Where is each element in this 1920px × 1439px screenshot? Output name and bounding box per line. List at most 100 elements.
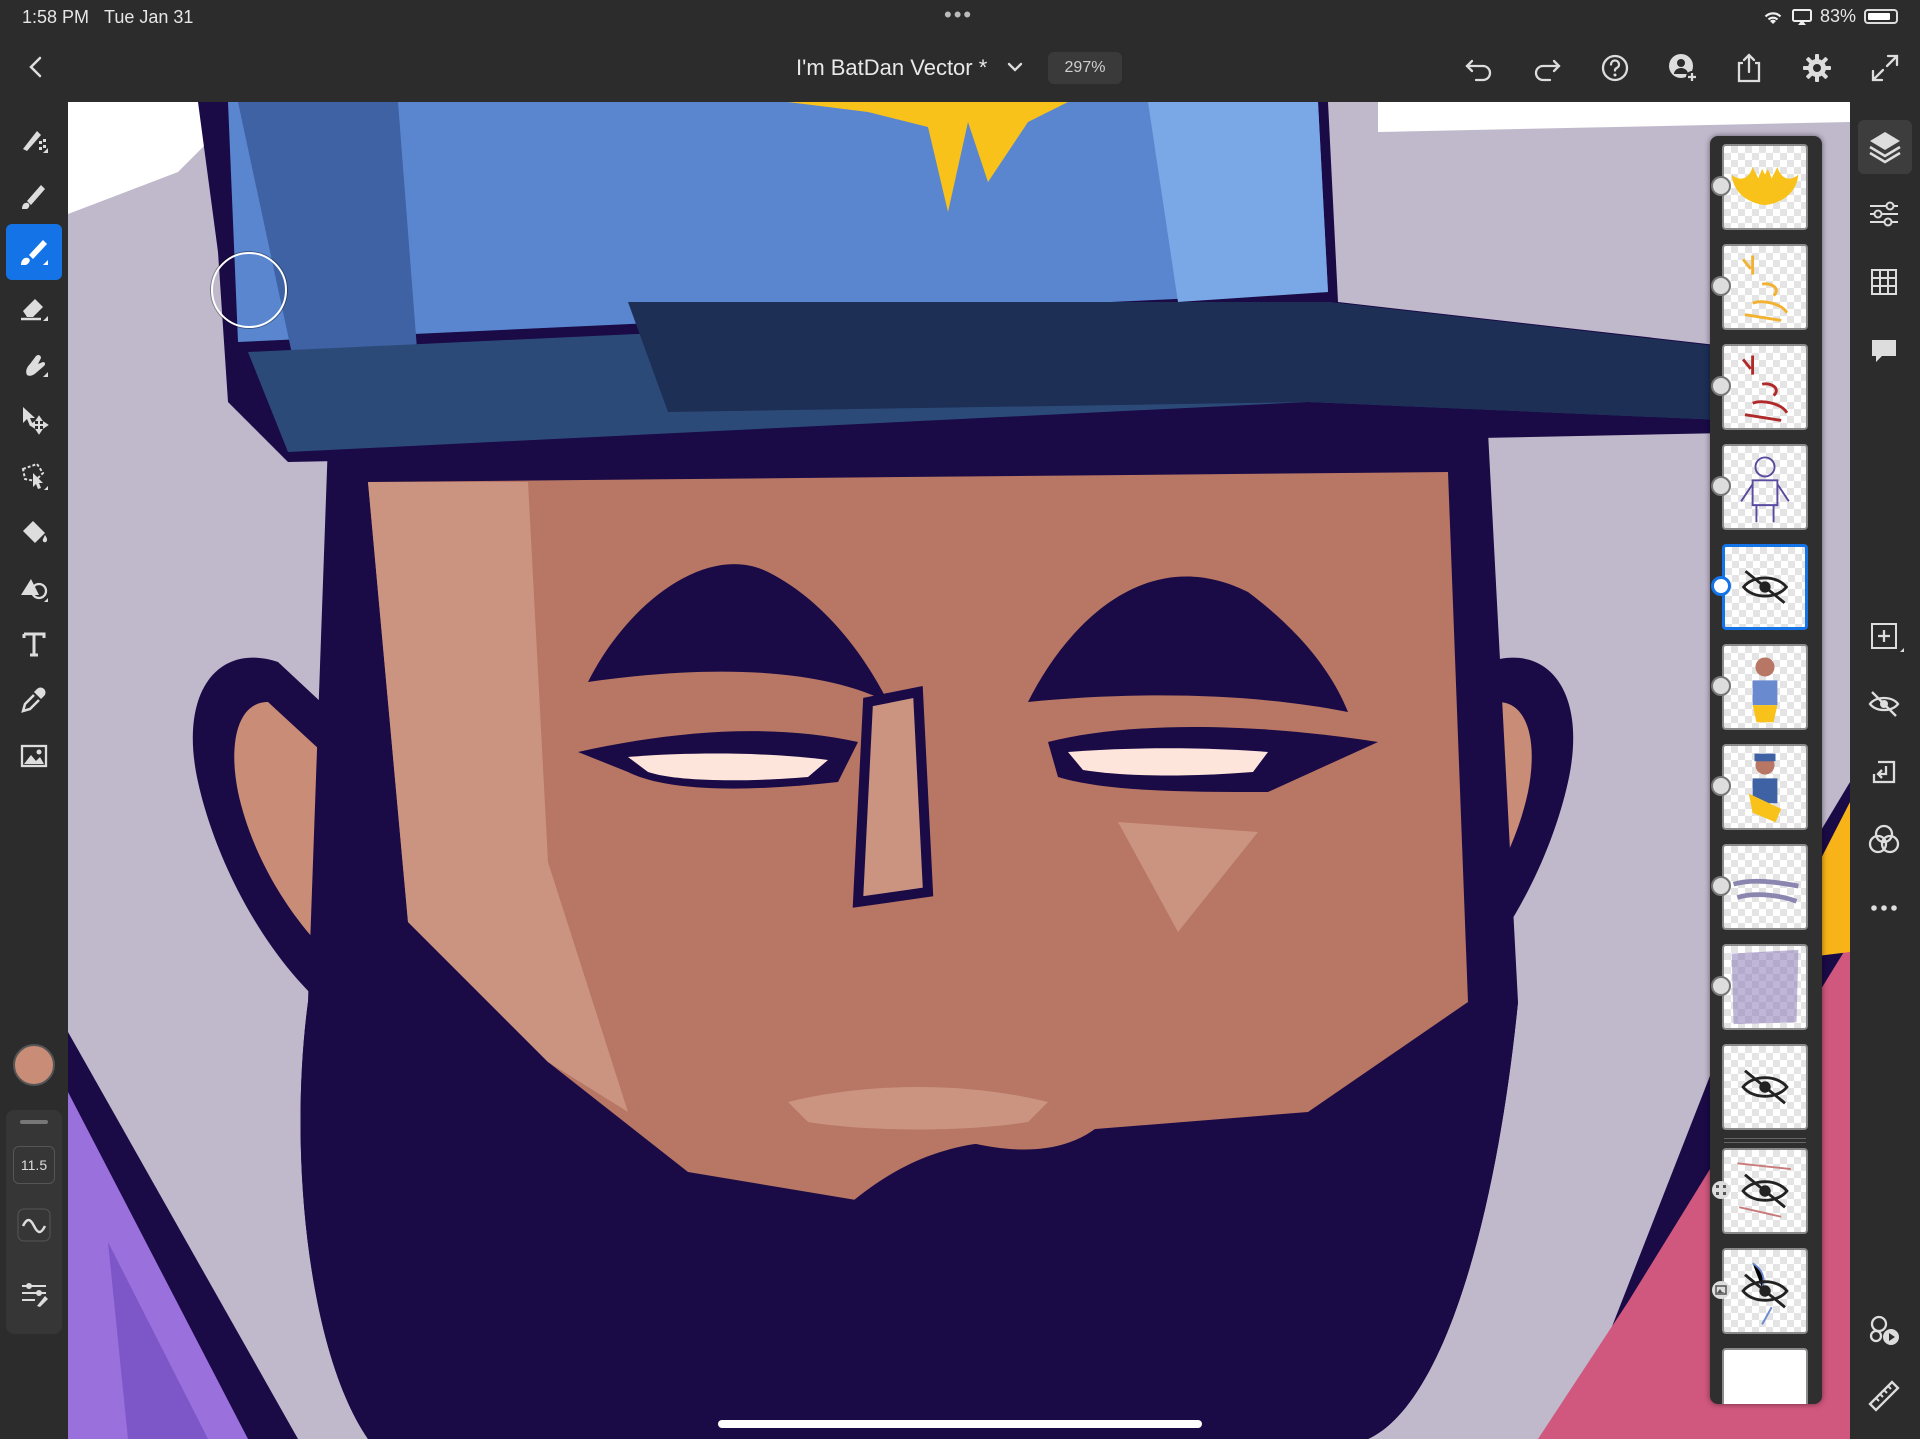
- hide-layer-icon[interactable]: [1864, 684, 1904, 724]
- ruler-icon[interactable]: [1864, 1376, 1904, 1416]
- screen-mirroring-icon: [1791, 8, 1812, 25]
- hidden-eye-icon: [1741, 1069, 1789, 1105]
- layer-properties-icon[interactable]: [1864, 194, 1904, 234]
- shape-icon: [21, 579, 48, 602]
- lasso-icon: [21, 462, 48, 490]
- layer-visibility-dot[interactable]: [1711, 176, 1731, 196]
- current-color-swatch[interactable]: [13, 1044, 55, 1086]
- merge-down-icon[interactable]: [1864, 752, 1904, 792]
- layer-thumbnail[interactable]: [1722, 944, 1808, 1030]
- invite-user-icon[interactable]: [1666, 51, 1700, 85]
- layers-panel: [1710, 136, 1822, 1404]
- status-date: Tue Jan 31: [104, 7, 194, 27]
- image-icon: [20, 744, 48, 768]
- status-bar: 1:58 PM Tue Jan 31 ••• 83%: [0, 0, 1920, 34]
- title-red-thumb: [1741, 355, 1789, 422]
- text-icon: [22, 632, 46, 657]
- eraser-icon: [21, 299, 48, 321]
- vector-brush-tool[interactable]: [6, 224, 62, 280]
- document-title[interactable]: I'm BatDan Vector *: [796, 55, 987, 81]
- background-shape-thumb: [1731, 949, 1799, 1025]
- shape-tool[interactable]: [6, 560, 62, 616]
- drawing-canvas[interactable]: [68, 102, 1850, 1439]
- layer-thumbnail[interactable]: [1722, 844, 1808, 930]
- pixel-layer-icon[interactable]: [1711, 1180, 1731, 1200]
- eyedropper-tool[interactable]: [6, 672, 62, 728]
- layer-visibility-dot[interactable]: [1711, 976, 1731, 996]
- layer-thumbnail[interactable]: [1722, 1148, 1808, 1234]
- share-icon[interactable]: [1732, 51, 1766, 85]
- status-time: 1:58 PM: [22, 7, 90, 27]
- fill-tool[interactable]: [6, 504, 62, 560]
- status-right: 83%: [1762, 6, 1898, 27]
- hidden-eye-icon: [1741, 570, 1789, 604]
- layer-visibility-dot[interactable]: [1711, 776, 1731, 796]
- battery-icon: [1864, 9, 1898, 24]
- sketch-thumb: [1740, 456, 1790, 523]
- home-indicator[interactable]: [718, 1420, 1202, 1428]
- layers-icon[interactable]: [1858, 120, 1912, 174]
- pixel-brush-tool[interactable]: [6, 112, 62, 168]
- more-icon[interactable]: [1864, 888, 1904, 928]
- layer-thumbnail[interactable]: [1722, 744, 1808, 830]
- top-toolbar: I'm BatDan Vector * 297%: [0, 34, 1920, 103]
- layer-thumbnail[interactable]: [1722, 1348, 1808, 1404]
- add-layer-icon[interactable]: [1864, 616, 1904, 656]
- eraser-tool[interactable]: [6, 280, 62, 336]
- grid-icon[interactable]: [1864, 262, 1904, 302]
- back-chevron-icon[interactable]: [22, 52, 50, 82]
- layer-visibility-dot[interactable]: [1711, 376, 1731, 396]
- layer-visibility-dot[interactable]: [1711, 876, 1731, 896]
- layer-thumbnail[interactable]: [1722, 1044, 1808, 1130]
- lasso-tool[interactable]: [6, 448, 62, 504]
- layer-thumbnail[interactable]: [1722, 344, 1808, 430]
- chevron-down-icon[interactable]: [1004, 56, 1026, 78]
- layer-thumbnail-selected[interactable]: [1722, 544, 1808, 630]
- character-full-thumb: [1748, 753, 1782, 823]
- smoothing-icon[interactable]: [17, 1208, 51, 1242]
- settings-gear-icon[interactable]: [1800, 51, 1834, 85]
- blend-mode-icon[interactable]: [1864, 820, 1904, 860]
- brush-settings-icon[interactable]: [17, 1276, 51, 1310]
- artwork: [68, 102, 1850, 1439]
- layer-thumbnail[interactable]: [1722, 644, 1808, 730]
- smudge-tool[interactable]: [6, 336, 62, 392]
- title-yellow-thumb: [1741, 255, 1789, 322]
- layer-thumbnail[interactable]: [1722, 1248, 1808, 1334]
- clouds-thumb: [1732, 878, 1799, 904]
- fullscreen-icon[interactable]: [1868, 51, 1902, 85]
- pixel-brush-icon: [23, 131, 48, 153]
- multitasking-dots[interactable]: •••: [944, 2, 973, 28]
- drag-handle[interactable]: [20, 1120, 48, 1124]
- right-toolbar: [1850, 102, 1920, 1439]
- transform-icon: [23, 407, 49, 435]
- live-brush-icon: [22, 185, 45, 209]
- transform-tool[interactable]: [6, 392, 62, 448]
- layer-visibility-dot[interactable]: [1711, 476, 1731, 496]
- layer-thumbnail[interactable]: [1722, 444, 1808, 530]
- live-brush-tool[interactable]: [6, 168, 62, 224]
- brush-size-value[interactable]: 11.5: [13, 1146, 55, 1184]
- layer-visibility-dot[interactable]: [1711, 676, 1731, 696]
- layer-group-divider: [1724, 1138, 1806, 1143]
- hidden-eye-icon: [1737, 1162, 1791, 1218]
- text-tool[interactable]: [6, 616, 62, 672]
- help-icon[interactable]: [1598, 51, 1632, 85]
- redo-icon[interactable]: [1530, 51, 1564, 85]
- bat-logo-thumb: [1731, 166, 1799, 206]
- vector-brush-icon: [21, 240, 48, 265]
- layer-thumbnail[interactable]: [1722, 144, 1808, 230]
- zoom-level[interactable]: 297%: [1048, 52, 1122, 84]
- layer-visibility-dot[interactable]: [1711, 276, 1731, 296]
- layer-thumbnail[interactable]: [1722, 244, 1808, 330]
- fill-icon: [23, 521, 48, 543]
- wifi-icon: [1764, 11, 1782, 24]
- image-tool[interactable]: [6, 728, 62, 784]
- comments-icon[interactable]: [1864, 330, 1904, 370]
- timelapse-icon[interactable]: [1864, 1310, 1904, 1350]
- image-layer-icon[interactable]: [1711, 1280, 1731, 1300]
- eyedropper-icon: [21, 687, 46, 713]
- character-color-thumb: [1752, 657, 1778, 723]
- undo-icon[interactable]: [1462, 51, 1496, 85]
- layer-visibility-dot-selected[interactable]: [1711, 576, 1731, 596]
